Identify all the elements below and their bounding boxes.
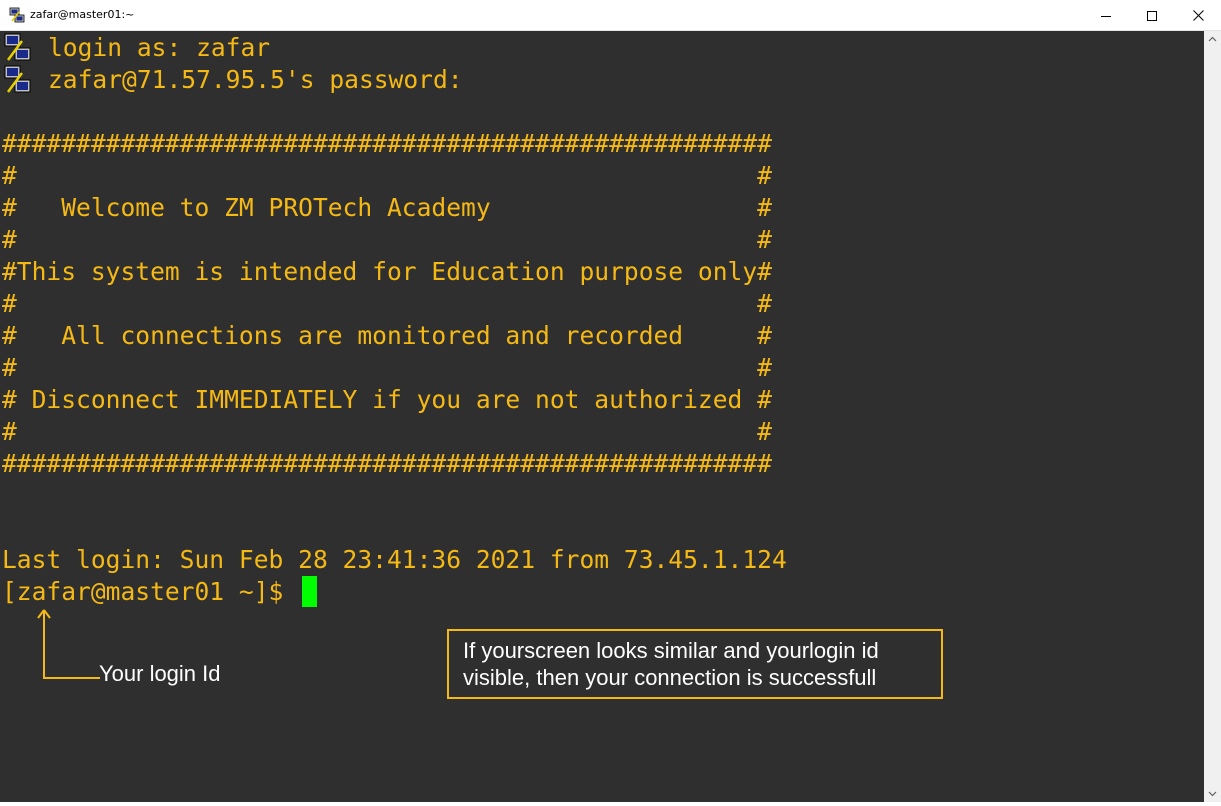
scroll-down-button[interactable] [1204,785,1221,802]
chevron-up-icon [1208,36,1217,42]
banner-line: # # [2,417,772,446]
title-bar[interactable]: zafar@master01:~ [0,0,1221,31]
password-prompt-line: zafar@71.57.95.5's password: [48,65,463,94]
banner-line: # # [2,353,772,382]
success-callout: If yourscreen looks similar and yourlogi… [447,629,943,699]
maximize-icon [1147,10,1157,21]
banner-line: # All connections are monitored and reco… [2,321,772,350]
putty-session-icon [4,65,31,93]
login-id-annotation: Your login Id [99,661,221,686]
login-prompt-line: login as: zafar [48,33,271,62]
login-id-arrow-icon [37,609,100,679]
terminal-output[interactable]: login as: zafar zafar@71.57.95.5's passw… [0,31,1204,802]
banner-line: ########################################… [2,449,772,478]
minimize-icon [1101,15,1111,17]
chevron-down-icon [1208,791,1217,797]
banner-line: # # [2,289,772,318]
callout-line: If yourscreen looks similar and yourlogi… [463,638,879,663]
banner-line: # # [2,161,772,190]
last-login-line: Last login: Sun Feb 28 23:41:36 2021 fro… [2,545,787,574]
putty-app-icon[interactable] [9,7,25,23]
banner-line: # Disconnect IMMEDIATELY if you are not … [2,385,772,414]
minimize-button[interactable] [1083,0,1129,31]
banner-line: ########################################… [2,129,772,158]
banner-line: #This system is intended for Education p… [2,257,772,286]
window-title: zafar@master01:~ [30,8,135,21]
banner-line: # Welcome to ZM PROTech Academy # [2,193,772,222]
shell-prompt: [zafar@master01 ~]$ [2,577,299,606]
scroll-up-button[interactable] [1204,31,1221,48]
callout-line: visible, then your connection is success… [463,665,877,690]
terminal-cursor [302,576,317,607]
putty-session-icon [4,33,31,61]
close-icon [1192,10,1204,21]
vertical-scrollbar[interactable] [1204,31,1221,802]
banner-line: # # [2,225,772,254]
maximize-button[interactable] [1129,0,1175,31]
close-button[interactable] [1175,0,1221,31]
